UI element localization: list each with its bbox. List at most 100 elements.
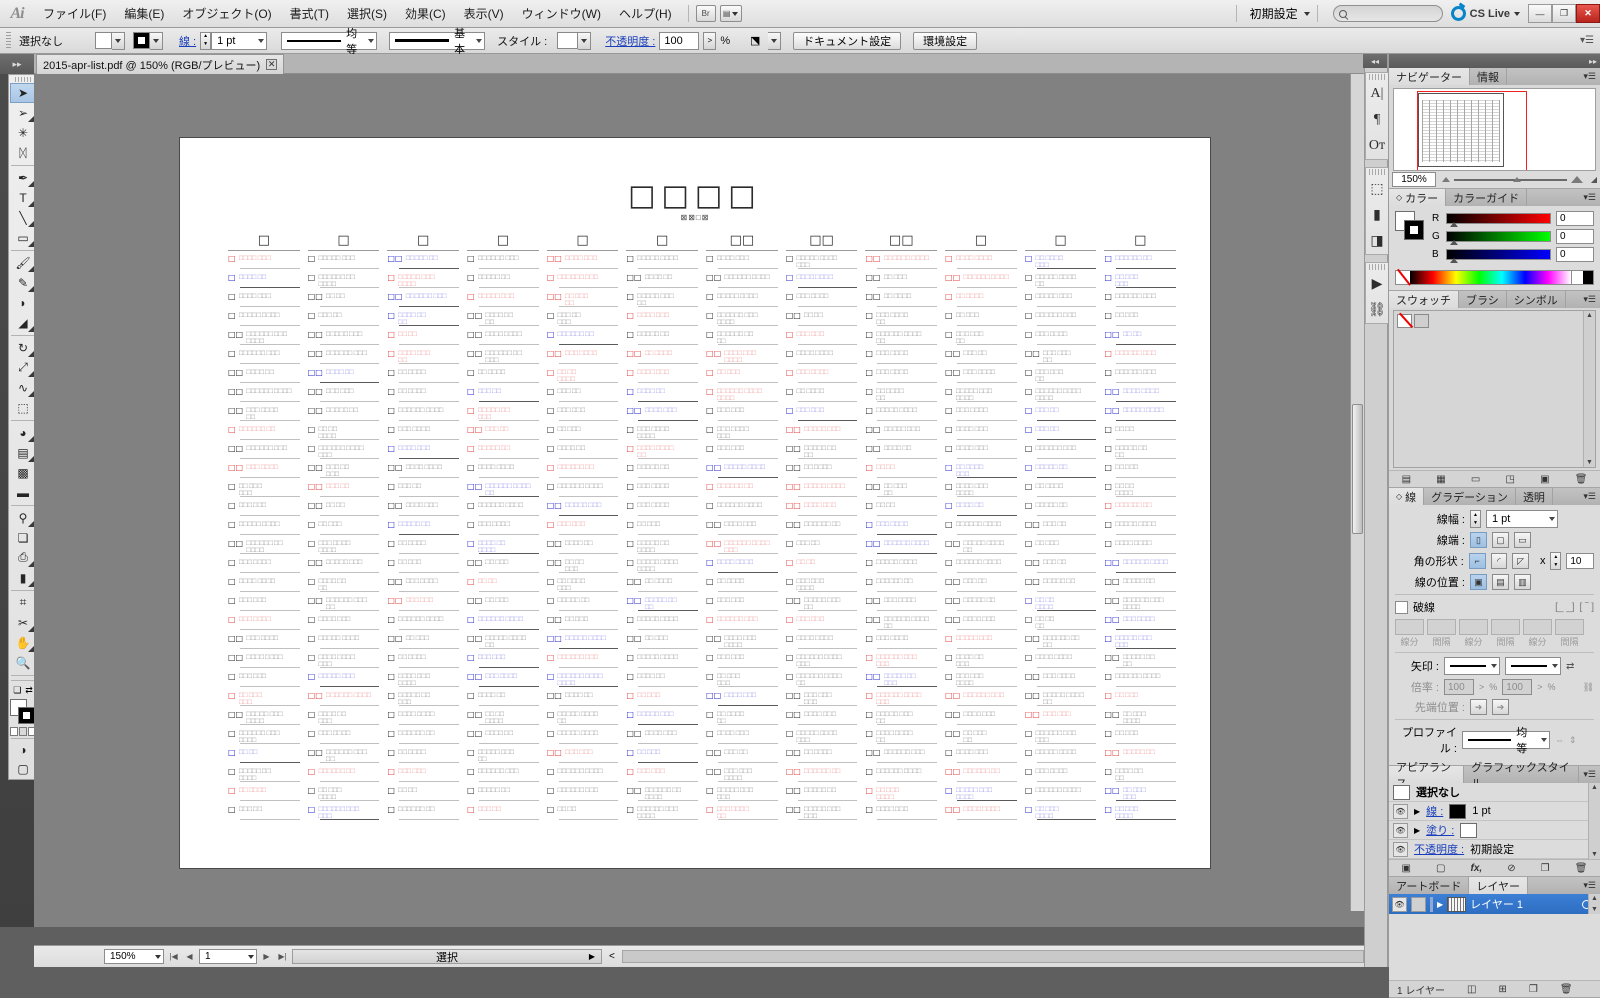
color-stroke-box[interactable] [1404, 220, 1424, 240]
align-panel-icon[interactable]: ▮ [1366, 202, 1388, 228]
list-item[interactable]: □□ ⬚⬚⬚⬚⬚ ⬚⬚⬚ [786, 424, 858, 443]
list-item[interactable]: □ ⬚⬚⬚⬚⬚⬚ ⬚⬚ [706, 481, 778, 500]
appearance-stroke-label[interactable]: 線 : [1426, 803, 1443, 819]
list-item[interactable]: □⬚⬚⬚⬚⬚⬚ ⬚⬚⬚⬚⬚⬚⬚ [786, 652, 858, 671]
toolbar-collapse-button[interactable]: ▸▸ [0, 54, 34, 74]
pen-tool[interactable]: ✒ [10, 168, 36, 188]
list-item[interactable]: □ ⬚⬚ ⬚⬚ [467, 576, 539, 595]
list-item[interactable]: □⬚⬚⬚⬚ ⬚⬚⬚⬚ [786, 272, 858, 291]
list-item[interactable]: □□ ⬚⬚ ⬚⬚⬚⬚ [626, 348, 699, 367]
add-new-effect-icon[interactable]: fx, [1471, 863, 1483, 874]
list-item[interactable]: □⬚⬚⬚⬚⬚⬚ ⬚⬚⬚⬚⬚⬚ [1025, 728, 1097, 747]
list-item[interactable]: □ ⬚⬚⬚⬚⬚ ⬚⬚ [626, 462, 699, 481]
list-item[interactable]: □⬚⬚⬚⬚⬚⬚ ⬚⬚⬚⬚ [945, 557, 1017, 576]
tab-stroke[interactable]: ◇ 線 [1389, 488, 1425, 505]
list-item[interactable]: □□ ⬚⬚⬚⬚⬚ ⬚⬚⬚ [308, 329, 380, 348]
list-item[interactable]: □ ⬚⬚⬚ ⬚⬚ [308, 310, 380, 329]
delete-swatch-icon[interactable]: 🗑 [1575, 474, 1588, 485]
list-item[interactable]: □ ⬚⬚⬚⬚⬚ ⬚⬚ [467, 785, 539, 804]
list-item[interactable]: □⬚⬚⬚⬚⬚ ⬚⬚⬚⬚ [865, 557, 938, 576]
list-item[interactable]: □□ ⬚⬚⬚⬚⬚ ⬚⬚⬚ [308, 557, 380, 576]
list-item[interactable]: □□ ⬚⬚ ⬚⬚⬚ [467, 557, 539, 576]
list-item[interactable]: □⬚⬚ ⬚⬚⬚⬚ [1025, 614, 1097, 633]
layers-scrollbar[interactable]: ▲ ▼ [1588, 894, 1600, 914]
clear-appearance-icon[interactable]: ⊘ [1507, 863, 1515, 874]
list-item[interactable]: □⬚⬚⬚⬚⬚⬚ ⬚⬚⬚⬚⬚⬚ [786, 671, 858, 690]
list-item[interactable]: □□ ⬚⬚⬚⬚ ⬚⬚⬚ [547, 253, 619, 272]
miter-join-button[interactable]: ⌐ [1468, 553, 1486, 569]
add-new-fill-icon[interactable]: ▢ [1436, 863, 1445, 874]
workspace-chevron-icon[interactable] [1303, 11, 1310, 16]
list-item[interactable]: □⬚⬚⬚⬚ ⬚⬚⬚⬚ [706, 557, 778, 576]
list-item[interactable]: □ ⬚⬚⬚ ⬚⬚⬚ [706, 443, 778, 462]
list-item[interactable]: □ ⬚⬚⬚⬚⬚⬚ ⬚⬚ [308, 766, 380, 785]
tab-artboards[interactable]: アートボード [1389, 877, 1470, 894]
list-item[interactable]: □ ⬚⬚⬚⬚ ⬚⬚⬚ [865, 804, 938, 823]
color-channel-input[interactable]: 0 [1556, 229, 1594, 244]
list-item[interactable]: □⬚⬚⬚⬚ ⬚⬚⬚⬚ [786, 633, 858, 652]
list-item[interactable]: □⬚⬚⬚⬚⬚ ⬚⬚⬚⬚⬚⬚⬚ [945, 785, 1017, 804]
list-item[interactable]: □⬚⬚⬚⬚⬚ ⬚⬚⬚⬚⬚ [467, 405, 539, 424]
list-item[interactable]: □ ⬚⬚⬚ ⬚⬚⬚⬚ [626, 500, 699, 519]
spectrum-ramp[interactable] [1410, 271, 1571, 284]
miter-limit-stepper[interactable]: ▲ ▼ [1550, 552, 1562, 570]
list-item[interactable]: □⬚⬚ ⬚⬚⬚⬚⬚⬚ [1025, 595, 1097, 614]
list-item[interactable]: □⬚⬚⬚⬚ ⬚⬚⬚⬚⬚ [308, 709, 380, 728]
list-item[interactable]: □□⬚⬚⬚⬚ ⬚⬚⬚⬚ [467, 329, 539, 348]
list-item[interactable]: □⬚⬚ ⬚⬚⬚⬚⬚⬚ [228, 481, 300, 500]
list-item[interactable]: □ ⬚⬚⬚ ⬚⬚⬚ [706, 595, 778, 614]
status-expand-icon[interactable]: < [605, 951, 619, 962]
scroll-up-icon-2[interactable]: ▲ [1591, 784, 1598, 791]
list-item[interactable]: □⬚⬚⬚⬚ ⬚⬚⬚⬚⬚⬚ [865, 728, 938, 747]
list-item[interactable]: □ ⬚⬚⬚⬚ ⬚⬚ [945, 500, 1017, 519]
color-spectrum[interactable] [1395, 270, 1594, 285]
menu-select[interactable]: 選択(S) [338, 0, 396, 27]
document-column[interactable]: □ □ ⬚⬚⬚⬚⬚ ⬚⬚⬚ □ ⬚⬚⬚⬚⬚⬚ ⬚⬚ ⬚⬚⬚⬚ □□ ⬚⬚ ⬚⬚ □ ⬚⬚⬚ ⬚⬚ □… [304, 233, 384, 860]
list-item[interactable]: □ ⬚⬚⬚ ⬚⬚⬚⬚ [626, 481, 699, 500]
color-channel-slider[interactable] [1446, 213, 1551, 227]
stroke-weight-control[interactable]: ▲ ▼ 1 pt [200, 31, 268, 50]
control-bar-menu-icon[interactable]: ▾☰ [1580, 35, 1594, 46]
gradient-mode-button[interactable] [19, 726, 27, 736]
list-item[interactable]: □⬚⬚⬚⬚⬚ ⬚⬚⬚⬚⬚ [387, 690, 460, 709]
stroke-weight-label[interactable]: 線 : [179, 33, 196, 49]
list-item[interactable]: □⬚⬚⬚⬚⬚⬚ ⬚⬚⬚⬚⬚⬚⬚ [706, 310, 778, 329]
list-item[interactable]: □□ ⬚⬚⬚ ⬚⬚⬚ [308, 386, 380, 405]
color-channel-input[interactable]: 0 [1556, 247, 1594, 262]
chevron-right-icon-2[interactable]: ▶ [1414, 826, 1420, 835]
list-item[interactable]: □□ ⬚⬚⬚ ⬚⬚⬚⬚ [387, 576, 460, 595]
eraser-tool[interactable]: ◢ [10, 313, 36, 333]
list-item[interactable]: □ ⬚⬚⬚⬚ ⬚⬚⬚ [387, 443, 460, 462]
list-item[interactable]: □ ⬚⬚⬚⬚⬚⬚ ⬚⬚ [228, 424, 300, 443]
list-item[interactable]: □⬚⬚⬚⬚⬚ ⬚⬚⬚⬚⬚ [626, 291, 699, 310]
list-item[interactable]: □□ ⬚⬚⬚ ⬚⬚⬚ [387, 595, 460, 614]
color-channel-slider[interactable] [1446, 231, 1551, 245]
document-column[interactable]: □ □□ ⬚⬚⬚⬚⬚ ⬚⬚ □ ⬚⬚⬚⬚⬚ ⬚⬚⬚ ⬚⬚⬚⬚ □□ ⬚⬚⬚⬚⬚⬚ ⬚⬚⬚ □ ⬚⬚… [383, 233, 463, 860]
appearance-panel-menu-icon[interactable]: ▾☰ [1579, 766, 1600, 783]
list-item[interactable]: □ ⬚⬚ ⬚⬚ [547, 804, 619, 823]
list-item[interactable]: □□ ⬚⬚⬚⬚⬚ ⬚⬚ [945, 595, 1017, 614]
list-item[interactable]: □⬚⬚ ⬚⬚⬚⬚⬚⬚ [865, 386, 938, 405]
links-panel-icon[interactable]: ⛓ [1366, 297, 1388, 323]
list-item[interactable]: □□⬚⬚⬚⬚⬚⬚ ⬚⬚⬚⬚ [308, 690, 380, 709]
control-bar-grip[interactable] [6, 31, 11, 50]
create-new-sublayer-icon[interactable]: ⊞ [1499, 984, 1507, 995]
arrow-scale-end-input[interactable]: 100 [1502, 679, 1533, 695]
list-item[interactable]: □ ⬚⬚⬚ ⬚⬚⬚⬚ [1025, 329, 1097, 348]
menu-help[interactable]: ヘルプ(H) [610, 0, 681, 27]
color-channel-knob[interactable] [1450, 240, 1458, 245]
create-new-layer-icon[interactable]: ❐ [1529, 984, 1538, 995]
rectangle-tool[interactable]: ▭ [10, 228, 36, 248]
list-item[interactable]: □ ⬚⬚ ⬚⬚⬚ [1104, 462, 1177, 481]
list-item[interactable]: □ ⬚⬚⬚ ⬚⬚⬚⬚ [865, 519, 938, 538]
miter-limit-input[interactable]: 10 [1566, 553, 1594, 569]
list-item[interactable]: □□ ⬚⬚⬚ ⬚⬚ [1025, 519, 1097, 538]
list-item[interactable]: □⬚⬚⬚⬚ ⬚⬚⬚⬚⬚⬚ [626, 443, 699, 462]
appearance-stroke-swatch[interactable] [1449, 803, 1467, 819]
opentype-panel-icon[interactable]: Oᴛ [1366, 133, 1388, 159]
list-item[interactable]: □ ⬚⬚⬚⬚⬚⬚ ⬚⬚ [1104, 253, 1177, 272]
white-swatch[interactable] [1571, 271, 1583, 284]
stroke-weight-stepper[interactable]: ▲ ▼ [200, 31, 212, 50]
canvas-area[interactable]: □□□□ ⊠⊠□⊠ □ □ ⬚⬚⬚⬚ ⬚⬚⬚ □ ⬚⬚⬚⬚ ⬚⬚ □ ⬚⬚⬚⬚ ⬚⬚⬚ □ ⬚⬚… [34, 74, 1364, 927]
list-item[interactable]: □ ⬚⬚⬚⬚⬚ ⬚⬚⬚ [308, 671, 380, 690]
